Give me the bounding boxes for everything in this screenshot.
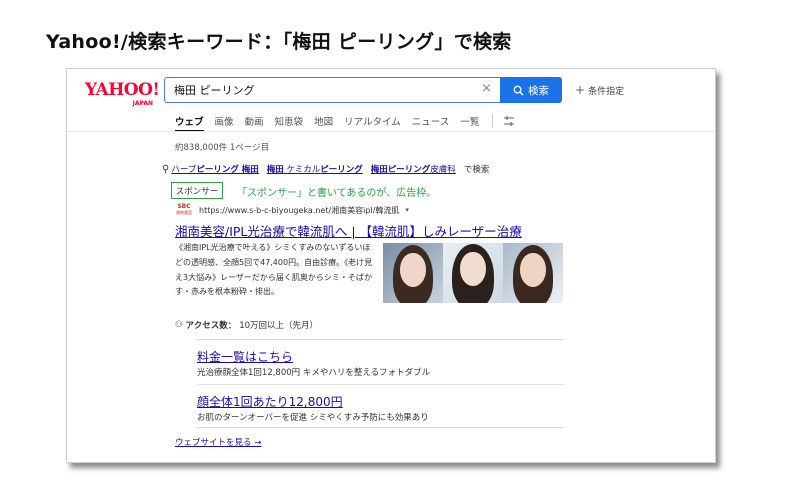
tab-list[interactable]: 一覧: [460, 114, 479, 128]
people-icon: ⚇: [175, 320, 183, 330]
tabs-divider: [67, 131, 715, 132]
model-photo-3: [503, 243, 563, 303]
model-photo-2: [443, 243, 503, 303]
ad-url[interactable]: https://www.s-b-c-biyougeka.net/湘南美容ipl/…: [199, 205, 399, 216]
visit-website-link[interactable]: ウェブサイトを見る →: [175, 436, 261, 448]
search-icon: [513, 85, 524, 96]
sitelink-desc-2: お肌のターンオーバーを促進 シミやくすみ予防にも効果あり: [197, 413, 429, 423]
tab-videos[interactable]: 動画: [245, 114, 264, 128]
search-input[interactable]: 梅田 ピーリング ×: [164, 77, 500, 103]
search-tabs: ウェブ 画像 動画 知恵袋 地図 リアルタイム ニュース 一覧: [175, 113, 515, 132]
search-button[interactable]: 検索: [500, 77, 562, 103]
yahoo-search-screenshot: YAHOO! JAPAN 梅田 ピーリング × 検索 + 条件指定 ウェブ 画像…: [66, 68, 716, 463]
search-button-label: 検索: [528, 84, 549, 97]
related-link-1[interactable]: ハーブピーリング 梅田: [171, 163, 258, 175]
access-value: 10万回以上（先月）: [239, 321, 319, 331]
sponsor-label: スポンサー: [171, 182, 223, 199]
logo-subtitle: JAPAN: [132, 100, 153, 107]
tab-news[interactable]: ニュース: [412, 114, 450, 128]
ad-site-row: SBC 湘南美容 https://www.s-b-c-biyougeka.net…: [175, 204, 409, 216]
page-title: Yahoo!/検索キーワード：「梅田 ピーリング」で検索: [46, 31, 512, 53]
conditions-label: 条件指定: [588, 86, 625, 97]
model-photo-1: [383, 243, 443, 303]
tab-chiebukuro[interactable]: 知恵袋: [275, 114, 304, 128]
tab-images[interactable]: 画像: [215, 114, 234, 128]
sitelink-title-2[interactable]: 顔全体1回あたり12,800円: [197, 393, 343, 410]
tab-web[interactable]: ウェブ: [175, 114, 204, 132]
search-input-value: 梅田 ピーリング: [174, 84, 255, 97]
logo-wordmark: YAHOO!: [85, 80, 160, 100]
filter-settings-icon[interactable]: [503, 115, 515, 127]
favicon-bottom-text: 湘南美容: [176, 210, 192, 215]
tab-separator: [492, 114, 494, 128]
sitelink-divider: [197, 384, 564, 385]
tab-map[interactable]: 地図: [314, 114, 333, 128]
sitelink-title-1[interactable]: 料金一覧はこちら: [197, 348, 293, 365]
tab-realtime[interactable]: リアルタイム: [344, 114, 401, 128]
related-link-2[interactable]: 梅田 ケミカルピーリング: [267, 163, 363, 175]
sitelink-divider: [197, 339, 564, 340]
related-suffix: で検索: [463, 165, 490, 175]
access-label: アクセス数：: [185, 321, 237, 331]
plus-icon: +: [575, 83, 586, 97]
yahoo-logo[interactable]: YAHOO! JAPAN: [85, 80, 160, 112]
chevron-down-icon[interactable]: ▾: [405, 206, 409, 214]
ad-image[interactable]: [383, 243, 563, 303]
sponsor-annotation: 「スポンサー」と書いてあるのが、広告枠。: [237, 188, 437, 199]
sitelink-desc-1: 光治療顔全体1回12,800円 キメやハリを整えるフォトダブル: [197, 368, 431, 378]
site-favicon: SBC 湘南美容: [175, 204, 193, 216]
conditions-button[interactable]: + 条件指定: [575, 83, 624, 97]
search-icon: ⚲: [162, 163, 170, 175]
related-searches: ⚲ ハーブピーリング 梅田 梅田 ケミカルピーリング 梅田ピーリング皮膚科 で検…: [162, 163, 490, 176]
ad-description: 《湘南IPL光治療で叶える》シミくすみのないずるいほどの透明感、全顔5回で47,…: [175, 243, 373, 297]
close-icon[interactable]: ×: [481, 81, 492, 96]
sitelink-divider: [197, 427, 564, 428]
access-count: ⚇ アクセス数： 10万回以上（先月）: [175, 319, 318, 331]
related-link-3[interactable]: 梅田ピーリング皮膚科: [371, 163, 456, 175]
result-count: 約838,000件 1ページ目: [175, 143, 270, 153]
ad-title-link[interactable]: 湘南美容/IPL光治療で韓流肌へ | 【韓流肌】しみレーザー治療: [175, 221, 522, 240]
